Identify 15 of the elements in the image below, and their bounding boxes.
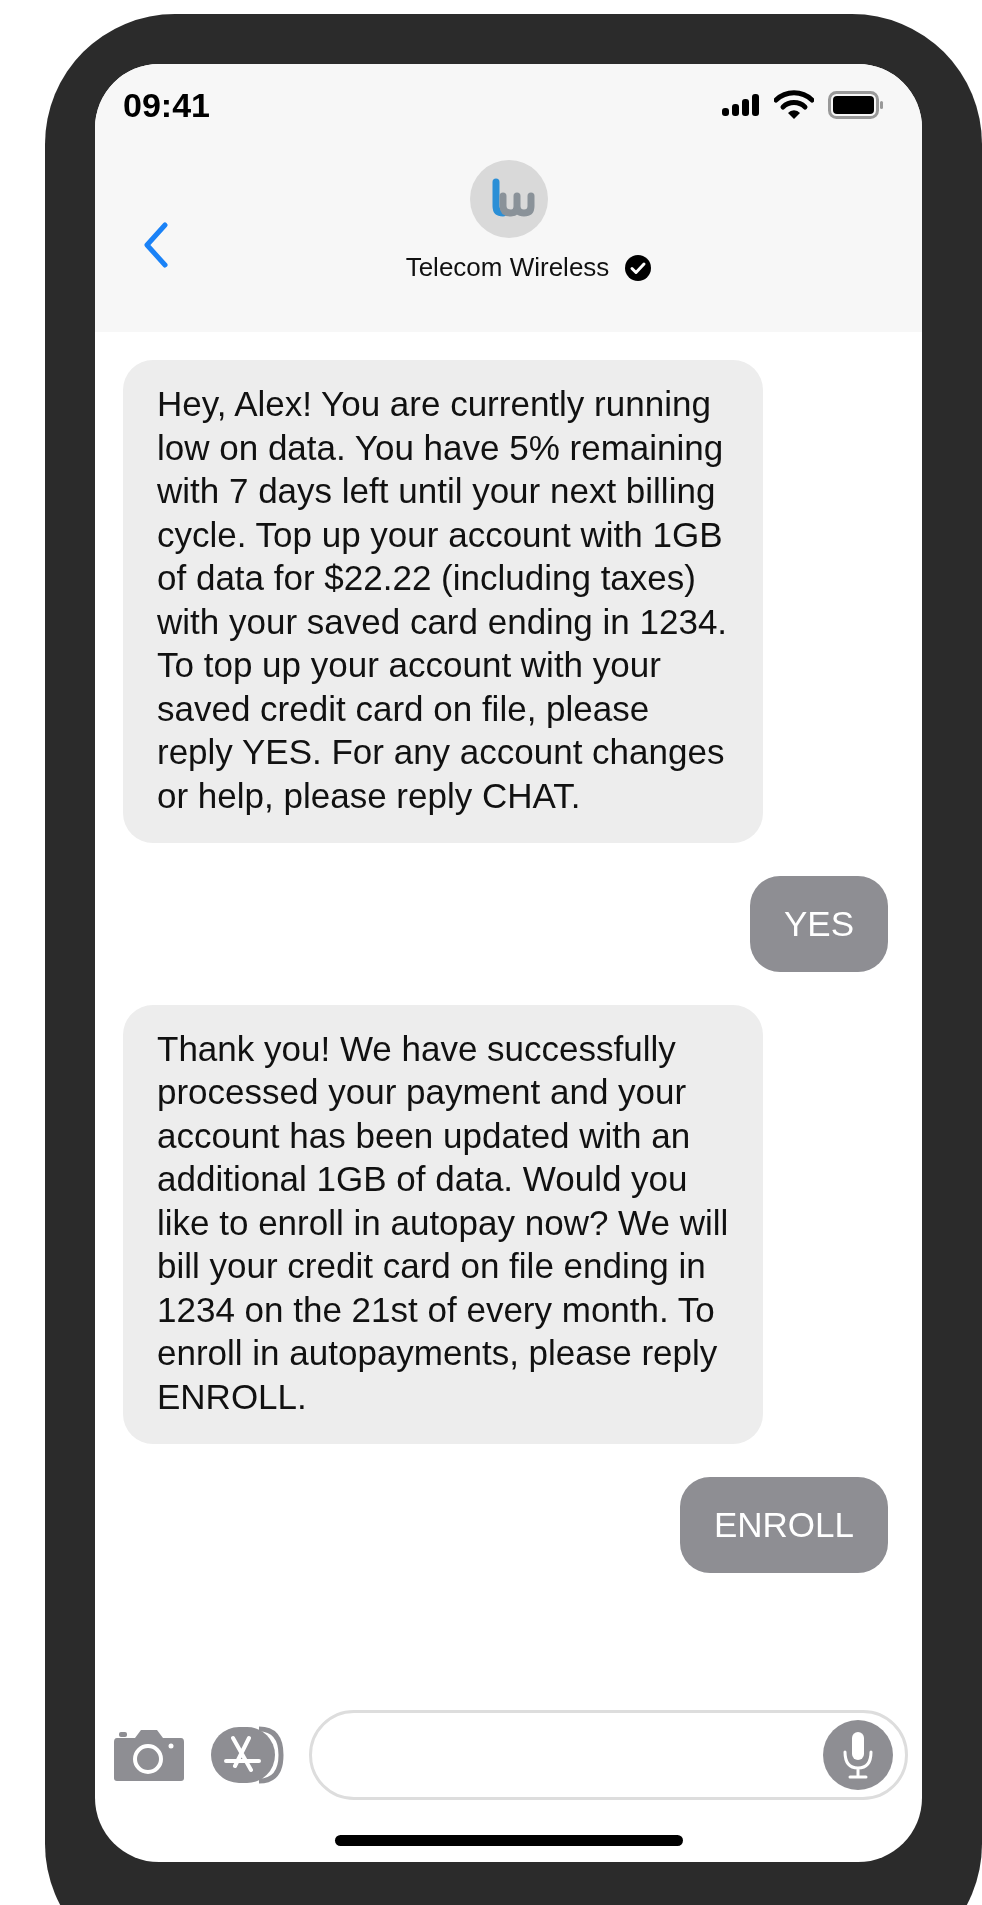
message-input-field[interactable] — [309, 1710, 908, 1800]
avatar-logo-icon — [469, 160, 548, 238]
status-time: 09:41 — [123, 85, 210, 125]
message-bubble: Hey, Alex! You are currently running low on data. You have 5% remaining with 7 days left until your next billing cycle. Top up your account with 1GB of data for $22.22 (including taxes) with your saved card ending in 1234. To top up your account with your saved credit card on file, please reply YES. For any account changes or help, please reply CHAT. — [123, 360, 763, 843]
back-icon[interactable] — [143, 222, 169, 268]
microphone-icon[interactable] — [823, 1720, 893, 1790]
app-store-icon[interactable] — [209, 1726, 285, 1784]
signal-icon — [722, 94, 760, 116]
battery-icon — [828, 91, 884, 119]
contact-name: Telecom Wireless — [405, 252, 610, 283]
message-bubble: YES — [749, 876, 888, 972]
camera-icon[interactable] — [113, 1728, 185, 1782]
message-bubble: ENROLL — [679, 1477, 888, 1573]
wifi-icon — [774, 90, 814, 120]
message-bubble: Thank you! We have successfully processed your payment and your account has been updated with an additional 1GB of data. Would you like to enroll in autopay now? We will bill your credit card on file ending in 1234 on the 21st of every month. To enroll in autopayments, please reply ENROLL. — [123, 1004, 763, 1444]
